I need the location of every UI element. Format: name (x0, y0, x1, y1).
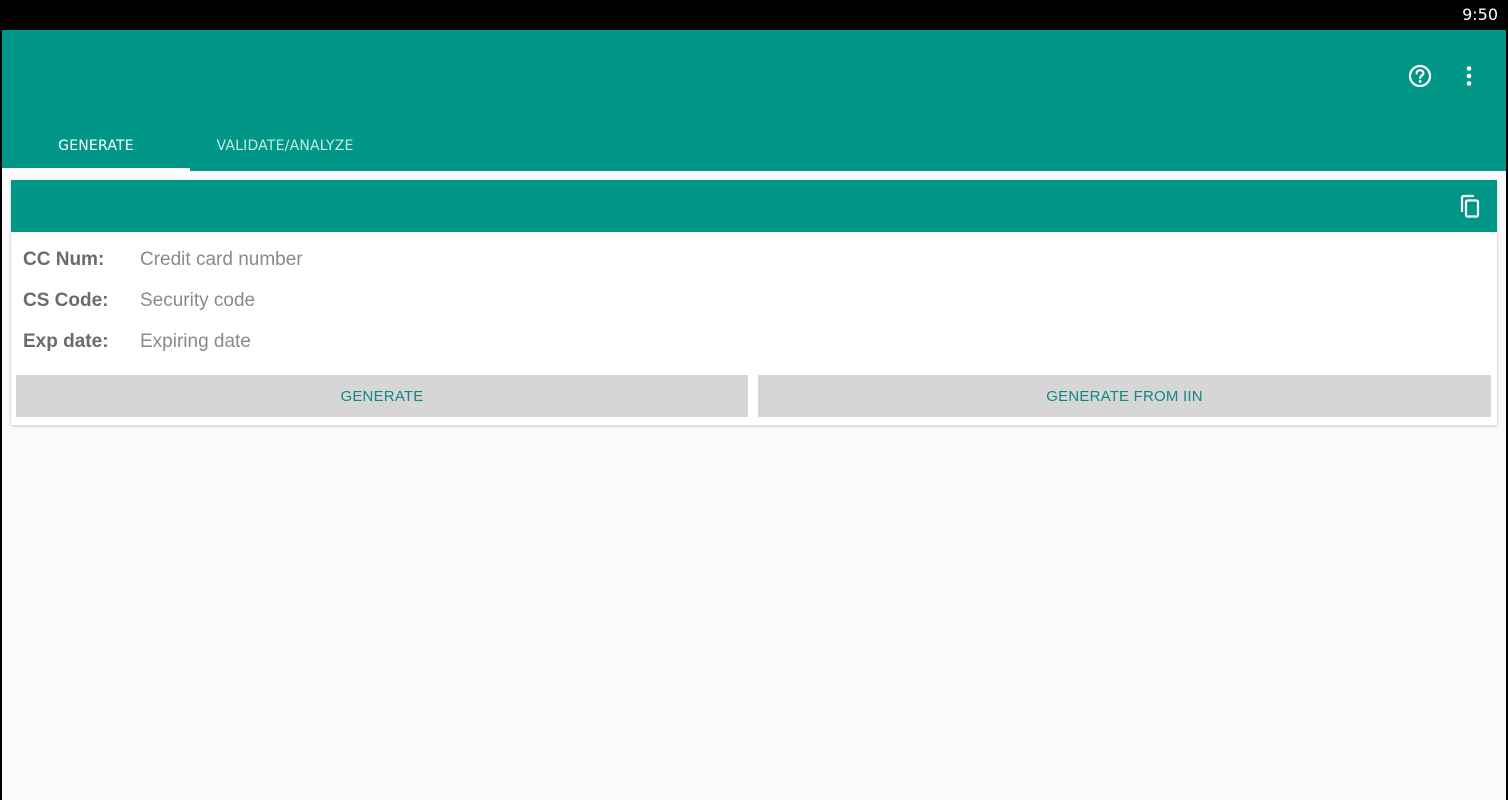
cs-code-value: Security code (140, 290, 256, 311)
generate-button[interactable]: GENERATE (16, 375, 748, 417)
status-time: 9:50 (1462, 5, 1498, 24)
app-screen: GENERATE VALIDATE/ANALYZE CC Num: Credit… (2, 30, 1506, 800)
cs-code-row: CS Code: Security code (23, 286, 740, 316)
cc-num-label: CC Num: (23, 249, 105, 270)
app-bar: GENERATE VALIDATE/ANALYZE (2, 30, 1506, 171)
cc-num-value: Credit card number (140, 249, 303, 270)
tab-generate-label: GENERATE (58, 137, 134, 154)
tab-validate-analyze[interactable]: VALIDATE/ANALYZE (190, 120, 380, 171)
tab-generate[interactable]: GENERATE (2, 120, 190, 171)
exp-date-label: Exp date: (23, 331, 109, 352)
cs-code-label: CS Code: (23, 290, 109, 311)
exp-date-value: Expiring date (140, 331, 251, 352)
exp-date-row: Exp date: Expiring date (23, 327, 740, 357)
tab-validate-analyze-label: VALIDATE/ANALYZE (216, 137, 354, 154)
active-tab-indicator (2, 168, 190, 171)
more-vert-icon[interactable] (1455, 62, 1483, 90)
help-circle-icon[interactable] (1406, 62, 1434, 90)
copy-icon[interactable] (1457, 193, 1483, 219)
card-header (11, 180, 1497, 232)
tab-bar: GENERATE VALIDATE/ANALYZE (2, 120, 380, 171)
generator-card: CC Num: Credit card number CS Code: Secu… (11, 180, 1497, 425)
status-bar: 9:50 (0, 0, 1508, 30)
generate-from-iin-button[interactable]: GENERATE FROM IIN (758, 375, 1491, 417)
cc-num-row: CC Num: Credit card number (23, 245, 740, 275)
